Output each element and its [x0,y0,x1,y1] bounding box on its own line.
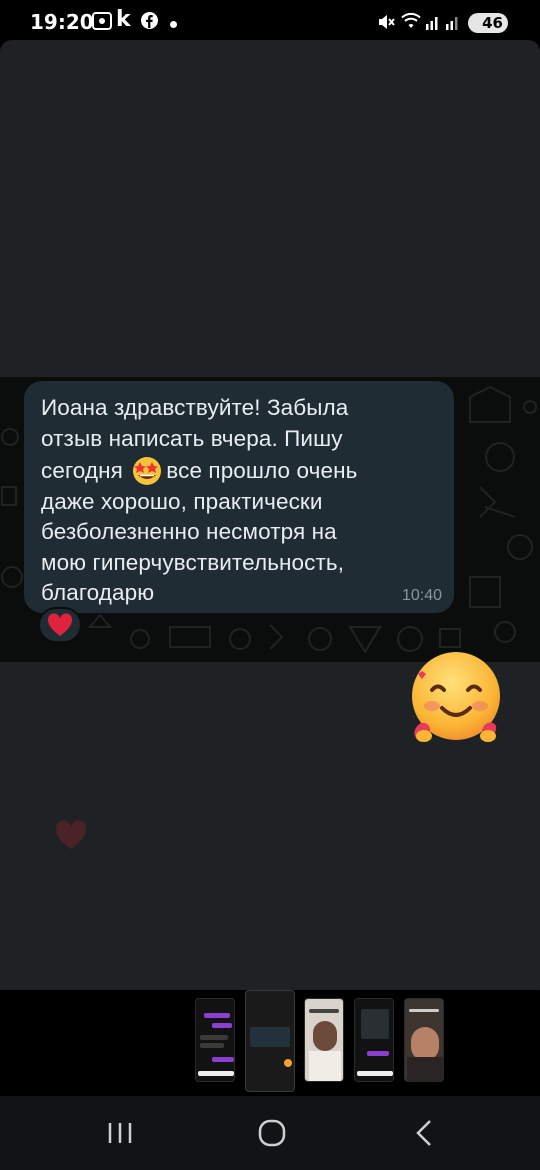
like-heart-icon[interactable] [55,820,87,850]
back-button[interactable] [404,1116,444,1150]
message-line: отзыв написать вчера. Пишу [41,425,343,451]
heart-reaction[interactable] [38,607,82,643]
story-thumbnails [0,990,540,1094]
message-line: мою гиперчувствительность, [41,549,345,575]
recents-button[interactable] [100,1116,140,1150]
message-time: 10:40 [401,587,442,604]
story-thumbnail[interactable] [304,998,344,1082]
wifi-icon [400,12,422,34]
message-bubble[interactable]: Иоана здравствуйте! Забыла отзыв написат… [24,381,454,613]
status-bar: 19:20 k 46 [0,0,540,40]
signal-icon [425,14,441,34]
message-line: безболезненно несмотря на [41,519,337,544]
k-app-icon: k [116,7,131,32]
navigation-bar [0,1096,540,1170]
recents-icon [108,1123,132,1143]
star-struck-emoji-icon [129,454,165,486]
message-line: сегодня все прошло очень [41,454,438,487]
home-icon [258,1119,286,1147]
home-button[interactable] [252,1116,292,1150]
back-icon [416,1120,431,1146]
red-heart-icon [47,613,73,636]
message-line: благодарю [41,580,155,605]
story-viewer-top-area[interactable] [0,40,540,377]
message-line: Иоана здравствуйте! Забыла [41,395,349,420]
message-fragment: сегодня [41,458,130,483]
battery-icon: 46 [468,13,508,33]
smiling-face-with-hearts-hands-emoji-icon [412,652,500,742]
dot-icon [170,15,177,32]
story-thumbnail[interactable] [404,998,444,1082]
chat-screenshot: Иоана здравствуйте! Забыла отзыв написат… [0,377,540,662]
story-thumbnail-active[interactable] [245,990,295,1092]
mute-icon [377,13,395,35]
status-time: 19:20 [30,10,94,34]
story-thumbnail[interactable] [195,998,235,1082]
message-line: даже хорошо, практически [41,488,323,514]
screenshot-icon [92,12,112,34]
message-text: Иоана здравствуйте! Забыла отзыв написат… [41,393,438,609]
facebook-icon [141,12,158,33]
story-thumbnail[interactable] [354,998,394,1082]
message-fragment: все прошло очень [166,458,358,483]
signal-icon-2 [445,14,461,34]
